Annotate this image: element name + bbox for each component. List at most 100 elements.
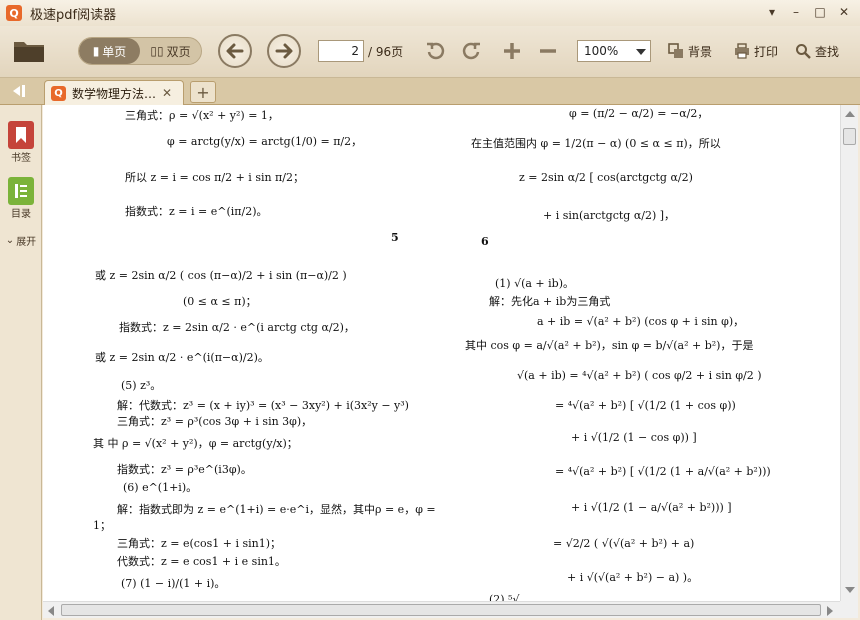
zoom-select[interactable]: 100% bbox=[577, 40, 651, 62]
zoom-out-button[interactable] bbox=[536, 40, 560, 62]
page-text-line: 指数式：z = 2sin α/2 · e^(i arctg ctg α/2)， bbox=[119, 321, 355, 334]
page-text-line: z = 2sin α/2 [ cos(arctgctg α/2) bbox=[519, 171, 693, 184]
page-text-line: (5) z³。 bbox=[121, 379, 162, 392]
page-text-line: 指数式：z³ = ρ³e^(i3φ)。 bbox=[117, 463, 252, 476]
vertical-scroll-thumb[interactable] bbox=[843, 128, 856, 145]
page-number-input[interactable]: 2 bbox=[318, 40, 364, 62]
page-text-line: 指数式：z = i = e^(iπ/2)。 bbox=[125, 205, 268, 218]
page-text-line: φ = arctg(y/x) = arctg(1/0) = π/2， bbox=[167, 135, 363, 148]
plus-icon bbox=[504, 43, 520, 59]
page-marker: 6 bbox=[481, 235, 489, 248]
bookmark-icon bbox=[8, 121, 34, 149]
page-text-line: (6) e^(1+i)。 bbox=[123, 481, 198, 494]
horizontal-scroll-thumb[interactable] bbox=[61, 604, 821, 616]
tab-bar: Q 数学物理方法… ✕ + bbox=[0, 78, 860, 105]
new-tab-button[interactable]: + bbox=[190, 81, 216, 103]
single-page-button[interactable]: ▮ 单页 bbox=[79, 38, 140, 64]
page-text-line: √(a + ib) = ⁴√(a² + b²) ( cos φ/2 + i si… bbox=[517, 369, 762, 382]
page-text-line: 或 z = 2sin α/2 ( cos (π−α)/2 + i sin (π−… bbox=[95, 269, 347, 282]
pdf-file-icon: Q bbox=[51, 85, 66, 101]
page-text-line: = √2/2 ( √(√(a² + b²) + a) bbox=[553, 537, 695, 550]
maximize-button[interactable]: □ bbox=[808, 2, 832, 22]
sidebar-item-bookmarks[interactable]: 书签 bbox=[0, 121, 42, 164]
sidebar-bookmarks-label: 书签 bbox=[11, 153, 31, 164]
page-text-line: 其中 cos φ = a/√(a² + b²)，sin φ = b/√(a² +… bbox=[465, 339, 754, 352]
page-text-line: 其 中 ρ = √(x² + y²)，φ = arctg(y/x)； bbox=[93, 437, 298, 450]
page-text-line: (0 ≤ α ≤ π)； bbox=[183, 295, 257, 308]
window-controls: ▾ – □ ✕ bbox=[760, 2, 856, 22]
zoom-in-button[interactable] bbox=[500, 40, 524, 62]
page-text-line: a + ib = √(a² + b²) (cos φ + i sin φ)， bbox=[537, 315, 745, 328]
page-text-line: φ = (π/2 − α/2) = −α/2， bbox=[569, 107, 709, 120]
next-page-button[interactable] bbox=[267, 34, 301, 68]
page-text-line: (2) ⁵√… bbox=[489, 593, 531, 601]
bookmark-glyph-icon bbox=[16, 127, 26, 143]
print-label: 打印 bbox=[754, 44, 779, 59]
page-text-line: 解：先化a + ib为三角式 bbox=[489, 295, 611, 308]
tab-document-label: 数学物理方法… bbox=[72, 86, 157, 101]
title-bar: Q 极速pdf阅读器 ▾ – □ ✕ bbox=[0, 0, 860, 26]
app-logo-icon: Q bbox=[6, 5, 22, 21]
page-text-line: + i √(1/2 (1 − a/√(a² + b²))) ] bbox=[571, 501, 732, 514]
minus-icon bbox=[540, 49, 556, 53]
search-icon bbox=[796, 44, 811, 59]
collapse-sidebar-icon bbox=[13, 85, 25, 97]
page-text-line: 三角式：z³ = ρ³(cos 3φ + i sin 3φ)， bbox=[117, 415, 313, 428]
page-text-line: = ⁴√(a² + b²) [ √(1/2 (1 + a/√(a² + b²))… bbox=[555, 465, 771, 478]
page-text-line: + i √(√(a² + b²) − a) )。 bbox=[567, 571, 699, 584]
print-button[interactable]: 打印 bbox=[734, 41, 778, 61]
page-total-label: / 96页 bbox=[368, 45, 404, 59]
page-text-line: 三角式：z = e(cos1 + i sin1)； bbox=[117, 537, 281, 550]
tab-document[interactable]: Q 数学物理方法… ✕ bbox=[44, 80, 184, 105]
page-text-line: 解：指数式即为 z = e^(1+i) = e·e^i，显然，其中ρ = e，φ… bbox=[117, 503, 436, 516]
close-window-button[interactable]: ✕ bbox=[832, 2, 856, 22]
single-page-icon: ▮ bbox=[92, 44, 100, 58]
page-text-line: + i √(1/2 (1 − cos φ)) ] bbox=[571, 431, 697, 444]
page-text-line: 三角式：ρ = √(x² + y²) = 1， bbox=[125, 109, 279, 122]
main-toolbar: ▮ 单页 ▯▯ 双页 2 / 96页 100% 背景 打印 查找 bbox=[0, 26, 860, 78]
background-label: 背景 bbox=[688, 44, 713, 59]
find-button[interactable]: 查找 bbox=[795, 41, 839, 61]
page-text-line: 解：代数式：z³ = (x + iy)³ = (x³ − 3xy²) + i(3… bbox=[117, 399, 409, 412]
toc-icon bbox=[8, 177, 34, 205]
sidebar-expand-label: 展开 bbox=[16, 237, 37, 248]
double-page-label: 双页 bbox=[166, 44, 191, 59]
document-viewport[interactable]: 三角式：ρ = √(x² + y²) = 1， φ = arctg(y/x) =… bbox=[43, 105, 840, 601]
page-text-line: 代数式：z = e cos1 + i e sin1。 bbox=[117, 555, 286, 568]
scroll-right-icon[interactable] bbox=[827, 606, 833, 616]
page-text-line: 在主值范围内 φ = 1/2(π − α) (0 ≤ α ≤ π)，所以 bbox=[471, 137, 721, 150]
scrollbar-corner bbox=[840, 601, 858, 618]
page-mode-switch: ▮ 单页 ▯▯ 双页 bbox=[78, 37, 202, 65]
horizontal-scrollbar[interactable] bbox=[43, 601, 840, 618]
toggle-sidebar-button[interactable] bbox=[4, 80, 36, 102]
page-text-line: + i sin(arctgctg α/2) ]， bbox=[543, 209, 676, 222]
open-file-button[interactable] bbox=[12, 36, 46, 64]
page-text-line: 所以 z = i = cos π/2 + i sin π/2； bbox=[125, 171, 304, 184]
sidebar-expand[interactable]: ⌄ 展开 bbox=[0, 233, 42, 248]
rotate-left-button[interactable] bbox=[424, 40, 448, 62]
sidebar-item-toc[interactable]: 目录 bbox=[0, 177, 42, 220]
arrow-right-icon bbox=[275, 43, 293, 59]
scroll-down-icon[interactable] bbox=[845, 587, 855, 593]
left-sidebar: 书签 目录 ⌄ 展开 bbox=[0, 105, 42, 620]
scroll-left-icon[interactable] bbox=[48, 606, 54, 616]
scroll-up-icon[interactable] bbox=[845, 111, 855, 117]
app-window: Q 极速pdf阅读器 ▾ – □ ✕ ▮ 单页 ▯▯ 双页 2 / 96页 10… bbox=[0, 0, 860, 620]
background-icon bbox=[668, 43, 683, 58]
menu-dropdown-button[interactable]: ▾ bbox=[760, 2, 784, 22]
double-page-icon: ▯▯ bbox=[150, 44, 164, 58]
double-page-button[interactable]: ▯▯ 双页 bbox=[140, 38, 201, 64]
tab-close-icon[interactable]: ✕ bbox=[162, 86, 172, 100]
list-glyph-icon bbox=[15, 184, 27, 198]
sidebar-toc-label: 目录 bbox=[11, 209, 31, 220]
zoom-value: 100% bbox=[584, 44, 619, 58]
find-label: 查找 bbox=[815, 44, 840, 59]
printer-icon bbox=[735, 43, 749, 59]
previous-page-button[interactable] bbox=[218, 34, 252, 68]
vertical-scrollbar[interactable] bbox=[840, 105, 858, 601]
page-marker: 5 bbox=[391, 231, 399, 244]
minimize-button[interactable]: – bbox=[784, 2, 808, 22]
rotate-right-icon bbox=[462, 42, 480, 60]
background-button[interactable]: 背景 bbox=[668, 41, 712, 61]
rotate-right-button[interactable] bbox=[459, 40, 483, 62]
